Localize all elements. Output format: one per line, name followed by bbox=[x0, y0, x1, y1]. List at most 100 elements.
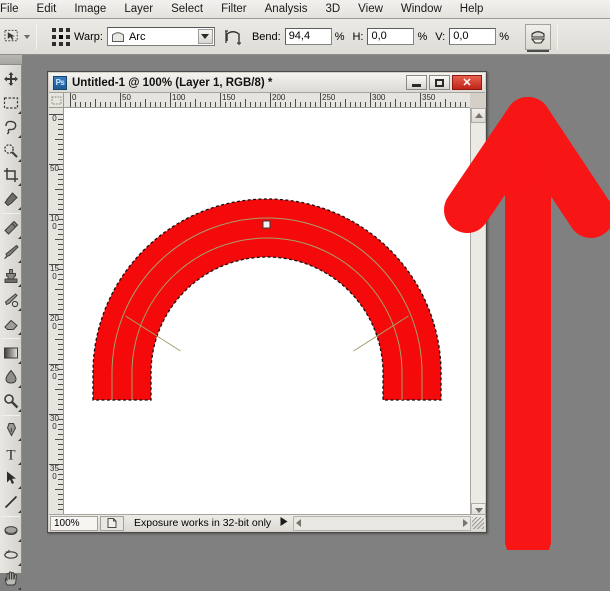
flyout-triangle-icon bbox=[18, 308, 21, 311]
horizontal-scrollbar[interactable] bbox=[293, 515, 471, 531]
reference-point-grid-icon[interactable] bbox=[50, 26, 72, 48]
tool-dodge[interactable] bbox=[0, 389, 22, 413]
clone-stamp-icon bbox=[4, 269, 18, 283]
ruler-corner[interactable] bbox=[49, 93, 64, 108]
menu-item-image[interactable]: Image bbox=[65, 0, 115, 18]
tool-eraser[interactable] bbox=[0, 312, 22, 336]
tool-lasso[interactable] bbox=[0, 115, 22, 139]
healing-brush-icon bbox=[4, 220, 19, 235]
menu-item-help[interactable]: Help bbox=[451, 0, 493, 18]
tool-horizontal-type[interactable]: T bbox=[0, 442, 22, 466]
document-profile-button[interactable] bbox=[100, 515, 124, 531]
arrow-head-right bbox=[505, 97, 610, 238]
arc-fill bbox=[93, 199, 441, 400]
bend-input[interactable]: 94,4 bbox=[284, 28, 332, 45]
ruler-tick bbox=[445, 99, 446, 107]
document-title-bar[interactable]: Ps Untitled-1 @ 100% (Layer 1, RGB/8) * … bbox=[49, 73, 485, 93]
tools-divider-2 bbox=[2, 338, 20, 339]
tool-blur[interactable] bbox=[0, 365, 22, 389]
tool-3d-camera-rotate[interactable] bbox=[0, 543, 22, 567]
warp-style-select[interactable]: Arc bbox=[106, 27, 215, 46]
status-menu-button[interactable] bbox=[279, 516, 289, 530]
ruler-tick bbox=[395, 99, 396, 107]
flyout-triangle-icon bbox=[18, 361, 21, 364]
flyout-triangle-icon bbox=[18, 183, 21, 186]
bend-unit: % bbox=[334, 30, 345, 43]
switch-warp-mode-button[interactable] bbox=[525, 23, 552, 52]
warp-orientation-icon[interactable] bbox=[224, 27, 244, 47]
canvas[interactable] bbox=[64, 108, 470, 518]
tool-preset-picker[interactable] bbox=[4, 25, 30, 49]
options-separator-2 bbox=[557, 23, 559, 50]
tool-spot-healing-brush[interactable] bbox=[0, 216, 22, 240]
warp-style-dropdown-button[interactable] bbox=[197, 29, 213, 44]
zoom-level-input[interactable]: 100% bbox=[50, 515, 98, 531]
maximize-button[interactable] bbox=[429, 75, 450, 90]
menu-item-filter[interactable]: Filter bbox=[212, 0, 256, 18]
scroll-right-button[interactable] bbox=[463, 519, 470, 527]
line-shape-icon bbox=[4, 495, 18, 509]
menu-item-edit[interactable]: Edit bbox=[28, 0, 66, 18]
menu-item-window[interactable]: Window bbox=[392, 0, 451, 18]
scroll-left-arrow-icon bbox=[296, 519, 302, 527]
chevron-down-icon bbox=[201, 34, 210, 39]
v-distortion-input[interactable]: 0,0 bbox=[449, 28, 497, 45]
scroll-left-button[interactable] bbox=[294, 519, 302, 527]
flyout-triangle-icon bbox=[18, 135, 21, 138]
tool-clone-stamp[interactable] bbox=[0, 264, 22, 288]
resize-grip-icon[interactable] bbox=[472, 517, 484, 529]
tool-eyedropper[interactable] bbox=[0, 187, 22, 211]
flyout-triangle-icon bbox=[18, 284, 21, 287]
vertical-ruler[interactable]: 0 50 100 150 200 250 300 350 bbox=[49, 108, 64, 518]
close-button[interactable]: ✕ bbox=[452, 75, 482, 90]
warp-top-center-handle[interactable] bbox=[262, 220, 271, 229]
tool-pen[interactable] bbox=[0, 418, 22, 442]
scroll-up-button[interactable] bbox=[471, 108, 486, 123]
tool-hand[interactable] bbox=[0, 567, 22, 591]
flyout-triangle-icon bbox=[18, 539, 21, 542]
ruler-label: 200 bbox=[50, 314, 59, 331]
menu-item-analysis[interactable]: Analysis bbox=[256, 0, 317, 18]
ruler-label: 150 bbox=[50, 264, 59, 281]
h-distortion-unit: % bbox=[417, 30, 428, 43]
ruler-tick bbox=[55, 239, 63, 240]
tool-crop[interactable] bbox=[0, 163, 22, 187]
ruler-tick bbox=[55, 439, 63, 440]
scroll-down-arrow-icon bbox=[474, 508, 483, 513]
tool-line-shape[interactable] bbox=[0, 490, 22, 514]
tool-brush[interactable] bbox=[0, 240, 22, 264]
h-distortion-input[interactable]: 0,0 bbox=[367, 28, 415, 45]
tools-divider-4 bbox=[2, 516, 20, 517]
flyout-triangle-icon bbox=[18, 236, 21, 239]
menu-item-3d[interactable]: 3D bbox=[316, 0, 349, 18]
menu-item-file[interactable]: File bbox=[0, 0, 28, 18]
menu-item-layer[interactable]: Layer bbox=[115, 0, 162, 18]
flyout-triangle-icon bbox=[18, 438, 21, 441]
ruler-label: 300 bbox=[372, 93, 386, 102]
warp-style-value: Arc bbox=[128, 30, 146, 43]
canvas-vertical-scrollbar[interactable] bbox=[470, 108, 486, 518]
warp-arc-preview-icon bbox=[111, 32, 124, 42]
tool-rectangular-marquee[interactable] bbox=[0, 91, 22, 115]
tool-history-brush[interactable] bbox=[0, 288, 22, 312]
ruler-label: 0 bbox=[52, 114, 57, 123]
menu-item-view[interactable]: View bbox=[349, 0, 392, 18]
tool-path-selection[interactable] bbox=[0, 466, 22, 490]
minimize-button[interactable] bbox=[406, 75, 427, 90]
chevron-down-icon[interactable] bbox=[24, 34, 30, 39]
history-brush-icon bbox=[4, 293, 19, 308]
v-distortion-unit: % bbox=[499, 30, 510, 43]
flyout-triangle-icon bbox=[18, 409, 21, 412]
horizontal-ruler[interactable]: 0 50 100 150 200 250 300 350 bbox=[64, 93, 470, 108]
tool-move[interactable] bbox=[0, 67, 22, 91]
tool-3d-object-rotate[interactable] bbox=[0, 519, 22, 543]
canvas-artwork bbox=[92, 198, 442, 401]
type-T-icon: T bbox=[6, 448, 15, 463]
tools-panel-drag-handle[interactable] bbox=[0, 55, 22, 65]
tool-gradient[interactable] bbox=[0, 341, 22, 365]
ruler-corner-icon bbox=[51, 96, 62, 105]
tool-quick-selection[interactable] bbox=[0, 139, 22, 163]
flyout-triangle-icon bbox=[18, 510, 21, 513]
ruler-label: 350 bbox=[50, 464, 59, 481]
menu-item-select[interactable]: Select bbox=[162, 0, 212, 18]
